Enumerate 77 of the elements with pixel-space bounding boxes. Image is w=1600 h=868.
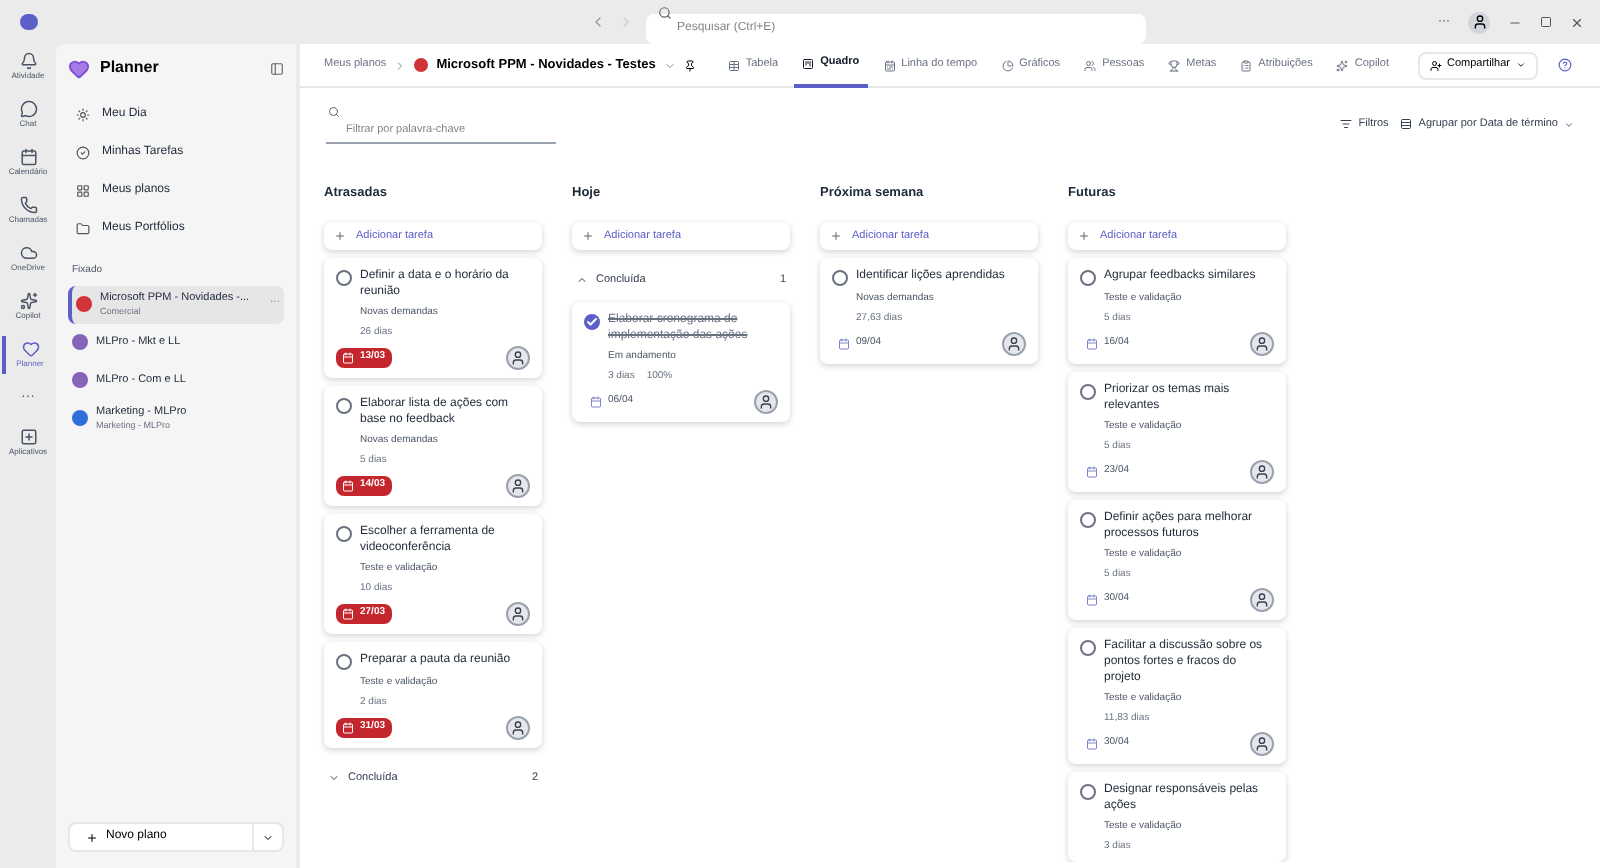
heart-icon — [21, 340, 39, 358]
plus-icon — [1078, 229, 1090, 242]
task-checkbox[interactable] — [1080, 639, 1096, 656]
people-icon — [1084, 59, 1097, 71]
pin-icon[interactable] — [683, 59, 696, 71]
caret-icon — [1564, 119, 1574, 129]
calendar-icon — [19, 148, 37, 166]
plus-square-icon — [19, 427, 37, 445]
task-checkbox[interactable] — [336, 653, 352, 670]
phone-icon — [19, 196, 37, 214]
clipboard-icon — [1240, 59, 1253, 71]
calendar-icon — [342, 607, 354, 620]
task-checkbox[interactable] — [584, 313, 600, 330]
chevron-down-icon — [328, 771, 340, 784]
filter-icon — [1340, 118, 1353, 130]
calendar-icon — [342, 721, 354, 734]
app-logo-icon — [19, 14, 37, 30]
chat-icon — [19, 100, 37, 118]
search-icon — [328, 106, 340, 118]
avatar-icon — [506, 473, 530, 498]
avatar-icon — [506, 601, 530, 626]
task-checkbox[interactable] — [1080, 383, 1096, 400]
chevron-up-icon — [576, 273, 588, 286]
avatar-icon — [1250, 331, 1274, 356]
sparkle-icon — [1336, 59, 1349, 71]
planner-logo-icon — [68, 57, 90, 79]
help-icon[interactable] — [1557, 58, 1572, 72]
avatar-icon — [506, 715, 530, 740]
task-checkbox[interactable] — [336, 525, 352, 542]
avatar-icon — [506, 345, 530, 370]
avatar-icon — [1002, 331, 1026, 356]
calendar-icon — [342, 351, 354, 364]
plan-icon — [414, 58, 429, 72]
task-checkbox[interactable] — [1080, 783, 1096, 800]
calendar-icon — [838, 337, 850, 350]
table-icon — [727, 59, 740, 71]
task-checkbox[interactable] — [832, 269, 848, 286]
task-checkbox[interactable] — [1080, 511, 1096, 528]
plus-icon — [582, 229, 594, 242]
avatar-icon — [1250, 587, 1274, 612]
avatar-icon — [754, 389, 778, 414]
caret-icon — [262, 831, 274, 843]
person-add-icon — [1429, 59, 1441, 71]
search-icon — [657, 6, 671, 20]
plus-icon — [334, 229, 346, 242]
calendar-icon — [1086, 593, 1098, 606]
cloud-icon — [19, 244, 37, 262]
profile-avatar-icon[interactable] — [1468, 11, 1490, 33]
close-icon[interactable] — [1570, 15, 1584, 29]
calendar-icon — [590, 395, 602, 408]
sidebar-title: Planner — [100, 56, 159, 80]
sparkle-icon — [19, 292, 37, 310]
rows-icon — [1400, 118, 1413, 130]
board-icon — [802, 57, 815, 69]
grid-icon — [76, 184, 90, 198]
calendar-icon — [1086, 337, 1098, 350]
task-checkbox[interactable] — [336, 269, 352, 286]
bell-icon — [19, 52, 37, 70]
avatar-icon — [1250, 731, 1274, 756]
caret-icon — [1515, 60, 1526, 70]
task-checkbox[interactable] — [1080, 269, 1096, 286]
task-checkbox[interactable] — [336, 397, 352, 414]
maximize-icon[interactable] — [1540, 16, 1552, 28]
folder-icon — [76, 222, 90, 236]
calendar-icon — [1086, 737, 1098, 750]
collapse-sidebar-icon[interactable] — [270, 61, 284, 75]
calendar-icon — [342, 479, 354, 492]
calendar-range-icon — [883, 59, 896, 71]
sun-icon — [76, 108, 90, 122]
check-circle-icon — [76, 146, 90, 160]
trophy-icon — [1168, 59, 1181, 71]
plus-icon — [86, 831, 98, 843]
plus-icon — [830, 229, 842, 242]
calendar-icon — [1086, 465, 1098, 478]
avatar-icon — [1250, 459, 1274, 484]
pie-chart-icon — [1001, 59, 1014, 71]
chevron-right-icon — [394, 59, 407, 71]
